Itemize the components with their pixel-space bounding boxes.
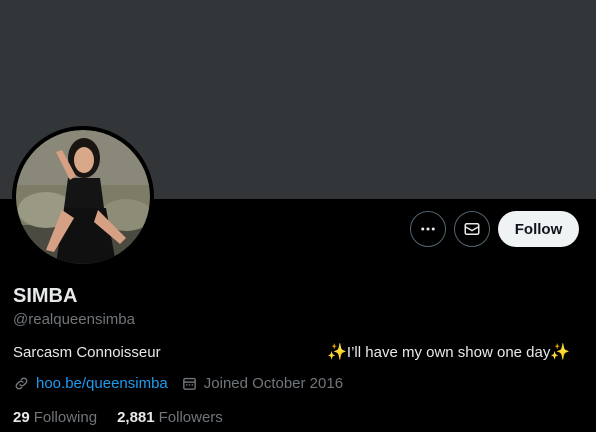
profile-meta: hoo.be/queensimba Joined October 2016 <box>13 375 343 392</box>
bio-text: Sarcasm Connoisseur <box>13 344 161 361</box>
following-link[interactable]: 29 Following <box>13 409 97 426</box>
message-button[interactable] <box>454 211 490 247</box>
more-dots-icon <box>421 227 435 231</box>
follow-button[interactable]: Follow <box>498 211 579 247</box>
bio-tagline: ✨I’ll have my own show one day✨ <box>327 342 570 362</box>
link-icon <box>15 377 28 390</box>
profile-link[interactable]: hoo.be/queensimba <box>36 375 168 392</box>
more-button[interactable] <box>410 211 446 247</box>
bio-tagline-text: I’ll have my own show one day <box>346 344 551 361</box>
profile-avatar[interactable] <box>12 126 154 268</box>
followers-label: Followers <box>158 409 223 426</box>
following-label: Following <box>33 409 98 426</box>
envelope-icon <box>464 223 480 235</box>
sparkle-emoji-right: ✨ <box>550 344 571 361</box>
following-count: 29 <box>13 409 30 426</box>
avatar-photo <box>16 130 150 264</box>
followers-count: 2,881 <box>117 409 155 426</box>
profile-name: SIMBA <box>13 285 78 307</box>
calendar-icon <box>182 377 196 390</box>
followers-link[interactable]: 2,881 Followers <box>117 409 223 426</box>
profile-handle: @realqueensimba <box>13 311 135 328</box>
sparkle-emoji-left: ✨ <box>327 344 347 361</box>
joined-date: Joined October 2016 <box>203 375 344 392</box>
follow-stats: 29 Following 2,881 Followers <box>13 409 223 426</box>
